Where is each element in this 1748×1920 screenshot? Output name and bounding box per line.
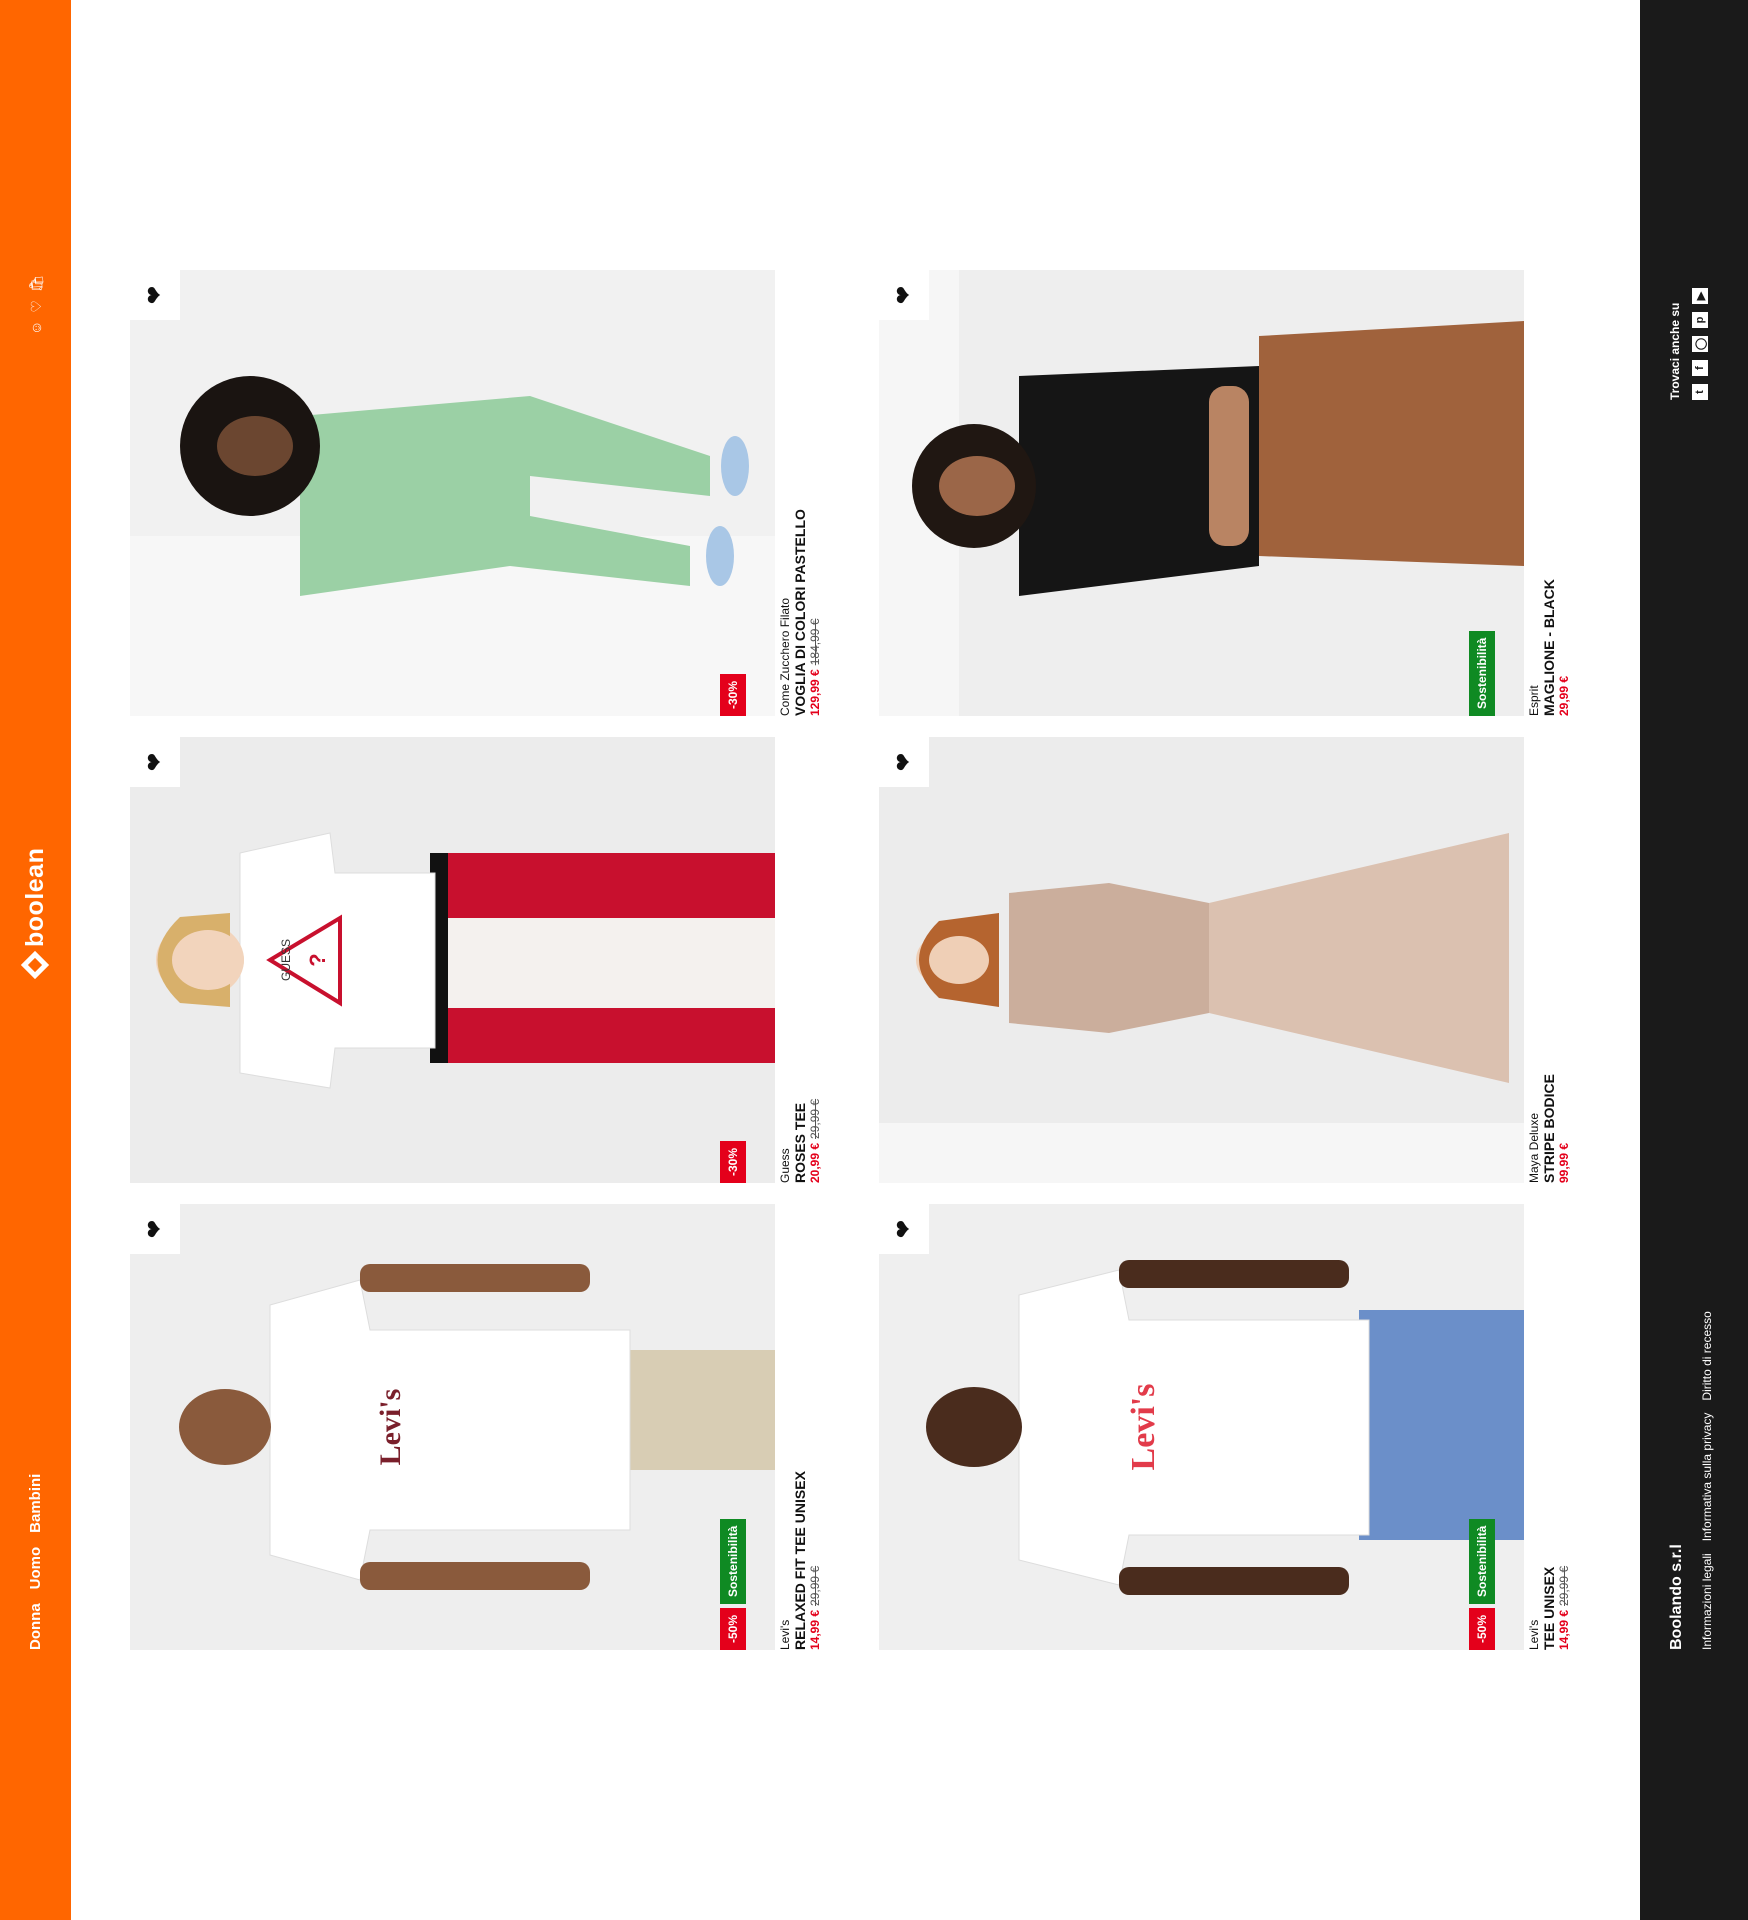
product-name[interactable]: ROSES TEE xyxy=(792,737,808,1183)
product-photo: Levi's xyxy=(130,1204,775,1650)
brand-logo[interactable]: boolean xyxy=(15,847,55,980)
current-price: 14,99 € xyxy=(1557,1609,1571,1650)
badges: -30% xyxy=(720,673,746,716)
footer-link-recesso[interactable]: Diritto di recesso xyxy=(1700,1311,1714,1400)
product-card[interactable]: ❤ -30% Come Zucchero Filato VOGLIA DI CO… xyxy=(130,270,830,716)
youtube-icon[interactable]: ▶ xyxy=(1692,288,1708,304)
product-price: 20,99 € 29,99 € xyxy=(808,737,823,1183)
footer-follow-title: Trovaci anche su xyxy=(1668,302,1682,400)
current-price: 20,99 € xyxy=(808,1142,822,1183)
old-price: 184,99 € xyxy=(808,618,822,666)
social-links: t f ◯ p ▶ xyxy=(1692,288,1708,400)
heart-icon[interactable]: ♡ xyxy=(28,300,44,313)
sustainability-badge: Sostenibilità xyxy=(720,1518,746,1604)
bag-icon[interactable]: 🛍 xyxy=(28,274,44,292)
product-price: 14,99 € 29,99 € xyxy=(1557,1204,1572,1650)
product-name[interactable]: MAGLIONE - BLACK xyxy=(1541,270,1557,716)
nav-link-donna[interactable]: Donna xyxy=(27,1603,44,1650)
product-image[interactable] xyxy=(130,270,775,716)
product-card[interactable]: ? GUESS ❤ -30% Guess ROSES TEE 20,99 € 29… xyxy=(130,737,830,1183)
product-info: Levi's RELAXED FIT TEE UNISEX 14,99 € 29,… xyxy=(778,1204,823,1650)
old-price: 29,99 € xyxy=(808,1565,822,1606)
footer-links: Informazioni legali Informativa sulla pr… xyxy=(1700,1311,1714,1650)
nav-link-uomo[interactable]: Uomo xyxy=(27,1547,44,1590)
product-photo xyxy=(130,270,775,716)
product-brand: Guess xyxy=(778,1148,792,1183)
wishlist-heart-icon[interactable]: ❤ xyxy=(130,1204,180,1254)
main-nav: Donna Uomo Bambini xyxy=(0,1474,71,1650)
product-image[interactable] xyxy=(879,270,1524,716)
svg-text:Levi's: Levi's xyxy=(374,1389,407,1466)
product-info: Come Zucchero Filato VOGLIA DI COLORI PA… xyxy=(778,270,823,716)
product-name[interactable]: TEE UNISEX xyxy=(1541,1204,1557,1650)
footer: Boolando s.r.l Informazioni legali Infor… xyxy=(1640,0,1748,1920)
product-card[interactable]: Levi's ❤ -50% Sostenibilità Levi's RELAX… xyxy=(130,1204,830,1650)
badges: -50% Sostenibilità xyxy=(720,1518,746,1650)
product-photo: ? GUESS xyxy=(130,737,775,1183)
wishlist-heart-icon[interactable]: ❤ xyxy=(130,737,180,787)
old-price: 29,99 € xyxy=(1557,1565,1571,1606)
discount-badge: -30% xyxy=(720,673,746,716)
svg-text:?: ? xyxy=(305,953,330,966)
product-brand: Levi's xyxy=(1527,1619,1541,1650)
product-brand: Esprit xyxy=(1527,685,1541,716)
instagram-icon[interactable]: ◯ xyxy=(1692,336,1708,352)
facebook-icon[interactable]: f xyxy=(1692,360,1708,376)
product-name[interactable]: STRIPE BODICE xyxy=(1541,737,1557,1183)
header-icons: ☺ ♡ 🛍 xyxy=(0,274,71,335)
product-price: 29,99 € xyxy=(1557,270,1572,716)
discount-badge: -30% xyxy=(720,1140,746,1183)
wishlist-heart-icon[interactable]: ❤ xyxy=(130,270,180,320)
product-image[interactable] xyxy=(879,737,1524,1183)
product-price: 14,99 € 29,99 € xyxy=(808,1204,823,1650)
footer-company: Boolando s.r.l xyxy=(1668,1544,1685,1650)
product-brand: Levi's xyxy=(778,1619,792,1650)
product-name[interactable]: VOGLIA DI COLORI PASTELLO xyxy=(792,270,808,716)
product-brand: Come Zucchero Filato xyxy=(778,597,792,716)
product-image[interactable]: Levi's xyxy=(879,1204,1524,1650)
logo-text: boolean xyxy=(20,847,49,947)
current-price: 29,99 € xyxy=(1557,675,1571,716)
svg-text:GUESS: GUESS xyxy=(279,939,293,981)
header: Donna Uomo Bambini boolean ☺ ♡ 🛍 xyxy=(0,0,71,1920)
product-image[interactable]: Levi's xyxy=(130,1204,775,1650)
user-icon[interactable]: ☺ xyxy=(28,321,44,335)
svg-text:Levi's: Levi's xyxy=(1125,1384,1162,1471)
product-info: Levi's TEE UNISEX 14,99 € 29,99 € xyxy=(1527,1204,1572,1650)
product-photo xyxy=(879,270,1524,716)
pinterest-icon[interactable]: p xyxy=(1692,312,1708,328)
product-brand: Maya Deluxe xyxy=(1527,1112,1541,1183)
old-price: 29,99 € xyxy=(808,1098,822,1139)
badges: Sostenibilità xyxy=(1469,630,1495,716)
nav-link-bambini[interactable]: Bambini xyxy=(27,1474,44,1533)
product-name[interactable]: RELAXED FIT TEE UNISEX xyxy=(792,1204,808,1650)
product-info: Esprit MAGLIONE - BLACK 29,99 € xyxy=(1527,270,1572,716)
wishlist-heart-icon[interactable]: ❤ xyxy=(879,737,929,787)
badges: -30% xyxy=(720,1140,746,1183)
twitter-icon[interactable]: t xyxy=(1692,384,1708,400)
discount-badge: -50% xyxy=(720,1607,746,1650)
sustainability-badge: Sostenibilità xyxy=(1469,1518,1495,1604)
product-card[interactable]: ❤ Sostenibilità Esprit MAGLIONE - BLACK … xyxy=(879,270,1579,716)
wishlist-heart-icon[interactable]: ❤ xyxy=(879,1204,929,1254)
product-card[interactable]: Levi's ❤ -50% Sostenibilità Levi's TEE U… xyxy=(879,1204,1579,1650)
current-price: 129,99 € xyxy=(808,669,822,716)
product-price: 99,99 € xyxy=(1557,737,1572,1183)
product-info: Maya Deluxe STRIPE BODICE 99,99 € xyxy=(1527,737,1572,1183)
footer-link-privacy[interactable]: Informativa sulla privacy xyxy=(1700,1413,1714,1542)
product-photo xyxy=(879,737,1524,1183)
product-price: 129,99 € 184,99 € xyxy=(808,270,823,716)
logo-diamond-icon xyxy=(20,950,50,980)
footer-link-legal[interactable]: Informazioni legali xyxy=(1700,1553,1714,1650)
product-info: Guess ROSES TEE 20,99 € 29,99 € xyxy=(778,737,823,1183)
badges: -50% Sostenibilità xyxy=(1469,1518,1495,1650)
product-photo: Levi's xyxy=(879,1204,1524,1650)
wishlist-heart-icon[interactable]: ❤ xyxy=(879,270,929,320)
current-price: 99,99 € xyxy=(1557,1142,1571,1183)
discount-badge: -50% xyxy=(1469,1607,1495,1650)
sustainability-badge: Sostenibilità xyxy=(1469,630,1495,716)
product-image[interactable]: ? GUESS xyxy=(130,737,775,1183)
product-card[interactable]: ❤ Maya Deluxe STRIPE BODICE 99,99 € xyxy=(879,737,1579,1183)
current-price: 14,99 € xyxy=(808,1609,822,1650)
